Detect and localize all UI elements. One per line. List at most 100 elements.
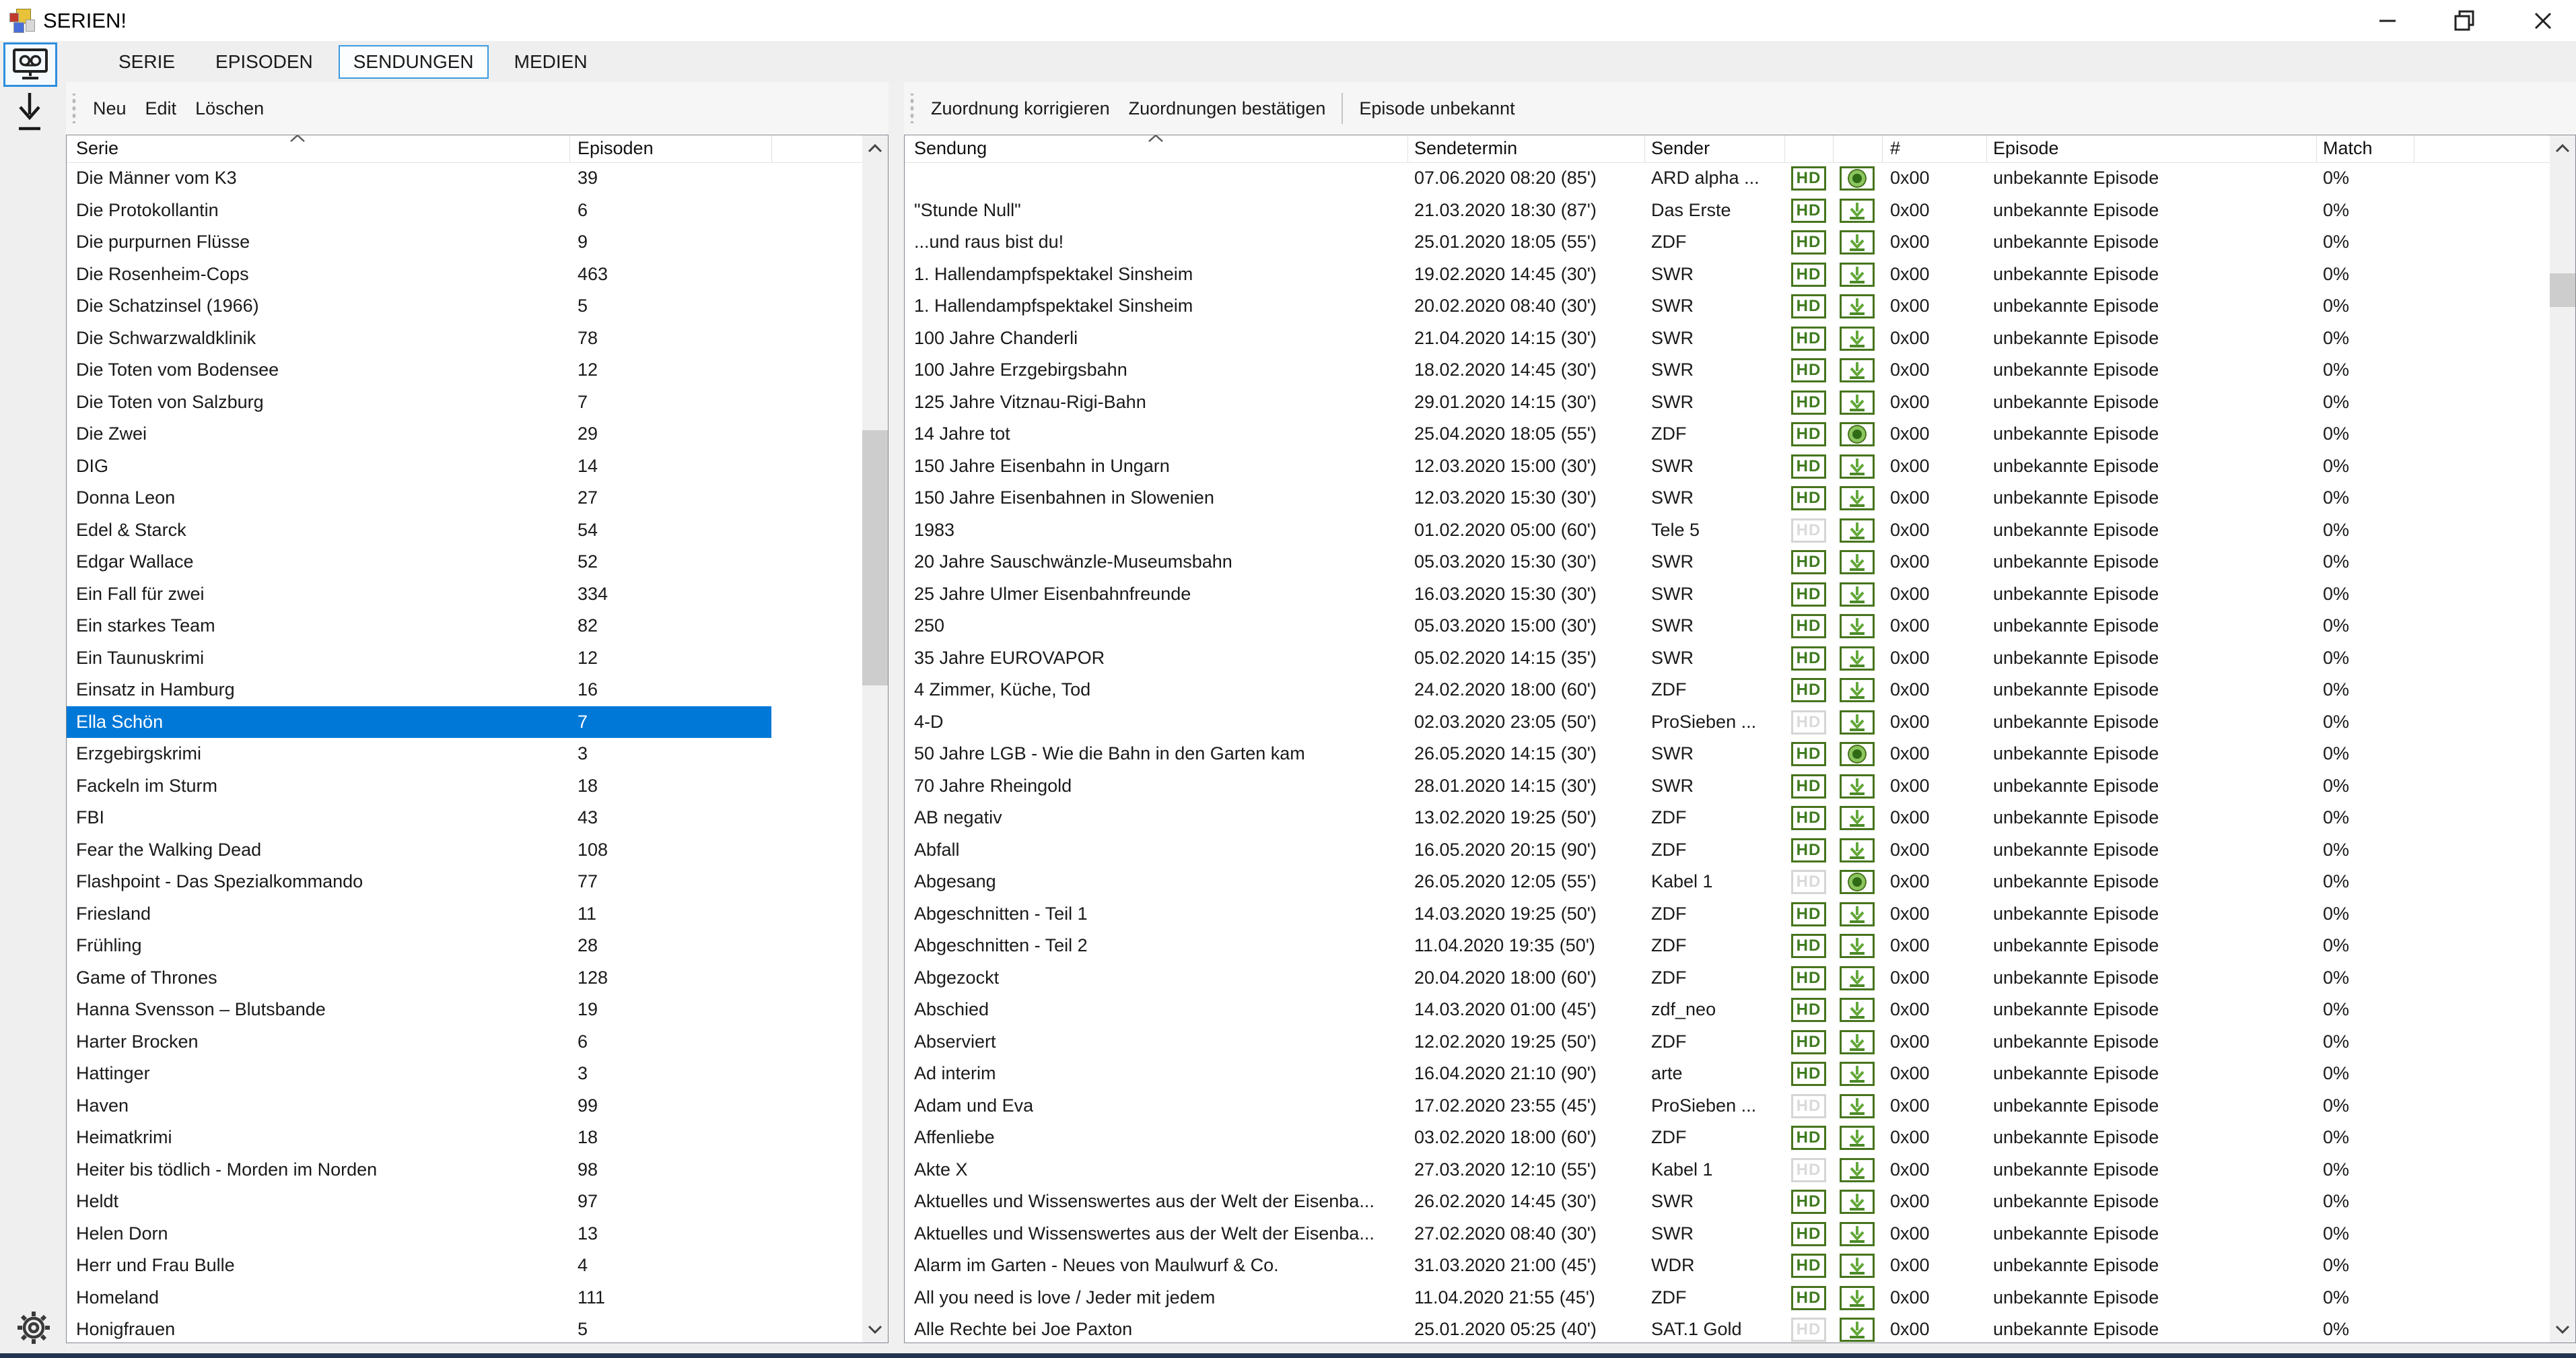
action-box[interactable] <box>1840 327 1875 351</box>
series-row[interactable]: Heiter bis tödlich - Morden im Norden 98 <box>67 1154 862 1186</box>
minimize-button[interactable] <box>2357 0 2418 41</box>
action-box[interactable] <box>1840 614 1875 638</box>
action-box[interactable] <box>1840 1254 1875 1278</box>
series-row[interactable]: Die Zwei 29 <box>67 418 862 450</box>
scroll-down-icon[interactable] <box>862 1317 888 1343</box>
series-row[interactable]: Ella Schön 7 <box>67 706 862 739</box>
scroll-down-icon[interactable] <box>2550 1317 2575 1343</box>
column-divider[interactable] <box>1407 135 1408 162</box>
action-box[interactable] <box>1840 838 1875 862</box>
sendung-row[interactable]: 1983 01.02.2020 05:00 (60') Tele 5 HD 0x… <box>905 514 2550 547</box>
sendung-row[interactable]: 07.06.2020 08:20 (85') ARD alpha ... HD … <box>905 162 2550 195</box>
series-row[interactable]: Friesland 11 <box>67 898 862 930</box>
toolbar-grip-icon[interactable] <box>909 94 915 123</box>
sendungen-view-button[interactable] <box>3 42 57 87</box>
action-box[interactable] <box>1840 391 1875 415</box>
series-row[interactable]: Herr und Frau Bulle 4 <box>67 1250 862 1282</box>
column-divider[interactable] <box>569 135 570 162</box>
sendung-row[interactable]: 150 Jahre Eisenbahn in Ungarn 12.03.2020… <box>905 450 2550 483</box>
series-row[interactable]: Die Rosenheim-Cops 463 <box>67 259 862 291</box>
series-row[interactable]: Fear the Walking Dead 108 <box>67 834 862 867</box>
column-divider[interactable] <box>1784 135 1785 162</box>
sendung-row[interactable]: 100 Jahre Erzgebirgsbahn 18.02.2020 14:4… <box>905 354 2550 386</box>
series-row[interactable]: Einsatz in Hamburg 16 <box>67 674 862 706</box>
sendung-row[interactable]: 35 Jahre EUROVAPOR 05.02.2020 14:15 (35'… <box>905 642 2550 675</box>
series-row[interactable]: Helen Dorn 13 <box>67 1218 862 1250</box>
sendung-row[interactable]: Affenliebe 03.02.2020 18:00 (60') ZDF HD… <box>905 1122 2550 1154</box>
sendungen-scrollbar[interactable] <box>2550 135 2575 1343</box>
action-box[interactable] <box>1840 998 1875 1022</box>
scrollbar-thumb[interactable] <box>2550 273 2575 307</box>
series-row[interactable]: Die purpurnen Flüsse 9 <box>67 226 862 259</box>
column-divider[interactable] <box>771 135 772 162</box>
series-row[interactable]: Honigfrauen 5 <box>67 1314 862 1343</box>
action-box[interactable] <box>1840 1030 1875 1054</box>
sendung-row[interactable]: 14 Jahre tot 25.04.2020 18:05 (55') ZDF … <box>905 418 2550 450</box>
series-row[interactable]: Hattinger 3 <box>67 1058 862 1090</box>
action-box[interactable] <box>1840 582 1875 607</box>
column-header-sendetermin[interactable]: Sendetermin <box>1414 135 1517 162</box>
sendung-row[interactable]: 4-D 02.03.2020 23:05 (50') ProSieben ...… <box>905 706 2550 739</box>
sendung-row[interactable]: Abgeschnitten - Teil 2 11.04.2020 19:35 … <box>905 930 2550 962</box>
toolbar-button-zuordnung-korrigieren[interactable]: Zuordnung korrigieren <box>921 90 1119 127</box>
series-scrollbar[interactable] <box>862 135 888 1343</box>
action-box[interactable] <box>1840 1126 1875 1150</box>
series-row[interactable]: FBI 43 <box>67 802 862 834</box>
column-header-number[interactable]: # <box>1890 135 1900 162</box>
series-row[interactable]: Homeland 111 <box>67 1282 862 1314</box>
action-box[interactable] <box>1840 166 1875 191</box>
settings-button[interactable] <box>15 1309 53 1347</box>
sendung-row[interactable]: 250 05.03.2020 15:00 (30') SWR HD 0x00 u… <box>905 610 2550 642</box>
action-box[interactable] <box>1840 742 1875 766</box>
action-box[interactable] <box>1840 774 1875 799</box>
action-box[interactable] <box>1840 1094 1875 1118</box>
column-divider[interactable] <box>2316 135 2317 162</box>
column-header-episode[interactable]: Episode <box>1993 135 2059 162</box>
series-row[interactable]: Haven 99 <box>67 1090 862 1122</box>
column-header-sendung[interactable]: Sendung <box>914 135 987 162</box>
menu-item-medien[interactable]: MEDIEN <box>499 45 602 79</box>
series-row[interactable]: Die Männer vom K3 39 <box>67 162 862 195</box>
menu-item-sendungen[interactable]: SENDUNGEN <box>339 45 489 79</box>
action-box[interactable] <box>1840 230 1875 254</box>
toolbar-button-edit[interactable]: Edit <box>136 90 186 127</box>
sendung-row[interactable]: Aktuelles und Wissenswertes aus der Welt… <box>905 1218 2550 1250</box>
series-row[interactable]: Heldt 97 <box>67 1186 862 1218</box>
menu-item-episoden[interactable]: EPISODEN <box>201 45 328 79</box>
scroll-up-icon[interactable] <box>862 135 888 161</box>
series-row[interactable]: Die Schwarzwaldklinik 78 <box>67 322 862 355</box>
toolbar-button-episode-unbekannt[interactable]: Episode unbekannt <box>1350 90 1524 127</box>
sendung-row[interactable]: 100 Jahre Chanderli 21.04.2020 14:15 (30… <box>905 322 2550 355</box>
sendung-row[interactable]: Akte X 27.03.2020 12:10 (55') Kabel 1 HD… <box>905 1154 2550 1186</box>
series-row[interactable]: Erzgebirgskrimi 3 <box>67 738 862 770</box>
action-box[interactable] <box>1840 1286 1875 1310</box>
series-row[interactable]: Hanna Svensson – Blutsbande 19 <box>67 994 862 1026</box>
action-box[interactable] <box>1840 1062 1875 1086</box>
toolbar-button-zuordnungen-bestätigen[interactable]: Zuordnungen bestätigen <box>1119 90 1335 127</box>
action-box[interactable] <box>1840 454 1875 479</box>
sendung-row[interactable]: Abgezockt 20.04.2020 18:00 (60') ZDF HD … <box>905 962 2550 994</box>
action-box[interactable] <box>1840 518 1875 543</box>
series-row[interactable]: Die Protokollantin 6 <box>67 195 862 227</box>
action-box[interactable] <box>1840 678 1875 702</box>
series-row[interactable]: Edel & Starck 54 <box>67 514 862 547</box>
action-box[interactable] <box>1840 550 1875 574</box>
toolbar-button-neu[interactable]: Neu <box>83 90 136 127</box>
action-box[interactable] <box>1840 806 1875 830</box>
scrollbar-thumb[interactable] <box>862 430 888 685</box>
action-box[interactable] <box>1840 934 1875 958</box>
column-header-match[interactable]: Match <box>2323 135 2373 162</box>
sendung-row[interactable]: "Stunde Null" 21.03.2020 18:30 (87') Das… <box>905 195 2550 227</box>
series-row[interactable]: Ein Taunuskrimi 12 <box>67 642 862 675</box>
sendung-row[interactable]: 1. Hallendampfspektakel Sinsheim 20.02.2… <box>905 290 2550 322</box>
action-box[interactable] <box>1840 263 1875 287</box>
action-box[interactable] <box>1840 422 1875 446</box>
sendung-row[interactable]: Abgeschnitten - Teil 1 14.03.2020 19:25 … <box>905 898 2550 930</box>
action-box[interactable] <box>1840 358 1875 382</box>
series-row[interactable]: Harter Brocken 6 <box>67 1026 862 1058</box>
series-row[interactable]: Donna Leon 27 <box>67 482 862 514</box>
series-row[interactable]: DIG 14 <box>67 450 862 483</box>
sendung-row[interactable]: 70 Jahre Rheingold 28.01.2020 14:15 (30'… <box>905 770 2550 803</box>
sendung-row[interactable]: Abserviert 12.02.2020 19:25 (50') ZDF HD… <box>905 1026 2550 1058</box>
action-box[interactable] <box>1840 486 1875 510</box>
